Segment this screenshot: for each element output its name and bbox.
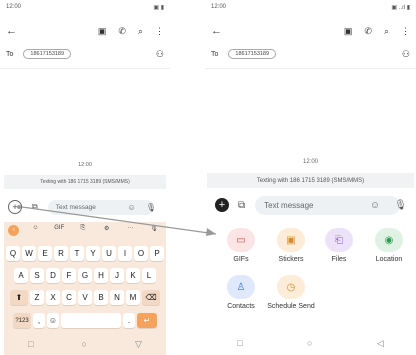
attachment-label: Contacts <box>227 303 255 310</box>
recents-icon[interactable]: □ <box>237 338 242 349</box>
status-icons: ▣ ..ıl ▮ <box>391 5 410 11</box>
attachment-label: Schedule Send <box>267 303 315 310</box>
sticker-icon: ▣ <box>277 228 305 252</box>
clock-icon: ◷ <box>277 275 305 299</box>
contacts-icon: ♙ <box>227 275 255 299</box>
app-bar: ← ▣ ✆ ⌕ ⋮ <box>211 22 410 40</box>
recipient-chip[interactable]: 18617153189 <box>228 49 277 59</box>
sms-banner: Texting with 186 1715 3189 (SMS/MMS) <box>207 173 414 188</box>
message-input[interactable]: Text message ☺ <box>255 195 401 215</box>
status-time: 12:00 <box>211 4 227 10</box>
attachment-gifs[interactable]: ▭ GIFs <box>217 228 265 264</box>
to-label: To <box>211 50 219 58</box>
right-phone-screen: 12:00 ▣ ..ıl ▮ ← ▣ ✆ ⌕ ⋮ To 18617153189 … <box>205 0 416 355</box>
attachment-label: Location <box>375 256 403 263</box>
message-timestamp: 12:00 <box>302 159 318 165</box>
paperclip-icon: ⎗ <box>325 228 353 252</box>
video-call-icon[interactable]: ▣ <box>344 26 353 37</box>
back-nav-icon[interactable]: ◁ <box>377 338 384 349</box>
attach-plus-icon[interactable]: + <box>215 198 229 212</box>
attachment-stickers[interactable]: ▣ Stickers <box>267 228 315 264</box>
add-person-icon[interactable]: ⚇ <box>402 49 410 60</box>
attachment-label: GIFs <box>233 256 249 263</box>
attachment-files[interactable]: ⎗ Files <box>315 228 363 264</box>
to-field: To 18617153189 ⚇ <box>211 46 410 62</box>
more-vert-icon[interactable]: ⋮ <box>401 26 410 37</box>
home-icon[interactable]: ○ <box>307 338 312 349</box>
mic-icon[interactable]: 🎙 <box>394 200 407 211</box>
gif-icon: ▭ <box>227 228 255 252</box>
attachment-label: Files <box>331 256 347 263</box>
attachment-label: Stickers <box>278 256 304 263</box>
attachment-schedule-send[interactable]: ◷ Schedule Send <box>267 275 315 311</box>
emoji-icon[interactable]: ☺ <box>370 200 380 211</box>
composer: + ⧉ Text message ☺ 🎙 <box>215 195 411 215</box>
location-pin-icon: ◉ <box>375 228 403 252</box>
gallery-icon[interactable]: ⧉ <box>238 200 245 211</box>
divider <box>205 68 416 69</box>
attachment-location[interactable]: ◉ Location <box>365 228 413 264</box>
status-bar: 12:00 ▣ ..ıl ▮ <box>211 4 410 11</box>
message-placeholder: Text message <box>264 200 314 210</box>
phone-icon[interactable]: ✆ <box>364 26 372 37</box>
search-icon[interactable]: ⌕ <box>384 26 389 37</box>
attachment-contacts[interactable]: ♙ Contacts <box>217 275 265 311</box>
nav-bar: □ ○ ◁ <box>205 338 416 349</box>
back-arrow-icon[interactable]: ← <box>211 25 222 37</box>
